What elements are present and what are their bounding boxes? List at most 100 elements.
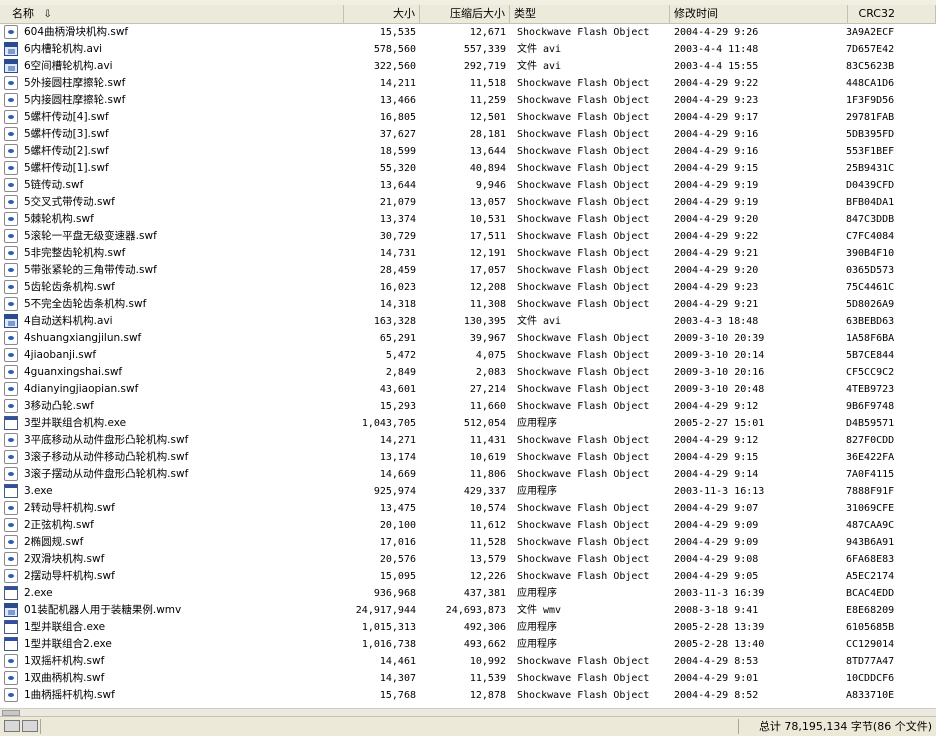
file-name: 2.exe	[24, 587, 53, 599]
file-crc: 943B6A91	[846, 537, 895, 548]
file-name: 3滚子移动从动件移动凸轮机构.swf	[24, 451, 189, 463]
file-name: 2椭圆规.swf	[24, 536, 84, 548]
file-row[interactable]: 5非完整齿轮机构.swf 14,731 12,191 Shockwave Flash …	[0, 245, 936, 262]
file-compressed-size: 437,381	[463, 588, 506, 599]
file-row[interactable]: 3.exe 925,974 429,337 应用程序 2003-11-3 16:13 78…	[0, 483, 936, 500]
column-header-compressed[interactable]: 压缩后大小	[420, 5, 510, 23]
file-row[interactable]: 2双滑块机构.swf 20,576 13,579 Shockwave Flash Ob…	[0, 551, 936, 568]
file-row[interactable]: 2正弦机构.swf 20,100 11,612 Shockwave Flash Obj…	[0, 517, 936, 534]
file-type: 应用程序	[517, 418, 557, 429]
file-type: Shockwave Flash Object	[517, 469, 650, 480]
file-modified: 2005-2-27 15:01	[674, 418, 765, 429]
file-row[interactable]: 2椭圆规.swf 17,016 11,528 Shockwave Flash Obje…	[0, 534, 936, 551]
file-row[interactable]: 2摆动导杆机构.swf 15,095 12,226 Shockwave Flash O…	[0, 568, 936, 585]
file-row[interactable]: 5滚轮一平盘无级变速器.swf 30,729 17,511 Shockwave Fla…	[0, 228, 936, 245]
file-crc: 63BEBD63	[846, 316, 895, 327]
file-row[interactable]: 6空间槽轮机构.avi 322,560 292,719 文件 avi 2003-4-4 …	[0, 58, 936, 75]
file-row[interactable]: 3型并联组合机构.exe 1,043,705 512,054 应用程序 2005-2-2…	[0, 415, 936, 432]
file-row[interactable]: 4自动送料机构.avi 163,328 130,395 文件 avi 2003-4-3 …	[0, 313, 936, 330]
file-size: 13,466	[379, 95, 416, 106]
file-modified: 2004-4-29 9:20	[674, 265, 759, 276]
file-row[interactable]: 5齿轮齿条机构.swf 16,023 12,208 Shockwave Flash O…	[0, 279, 936, 296]
file-crc: 1A58F6BA	[846, 333, 895, 344]
file-row[interactable]: 2转动导杆机构.swf 13,475 10,574 Shockwave Flash O…	[0, 500, 936, 517]
file-list[interactable]: 604曲柄滑块机构.swf 15,535 12,671 Shockwave Flash…	[0, 24, 936, 708]
column-header-modified[interactable]: 修改时间	[670, 5, 848, 23]
column-header-type[interactable]: 类型	[510, 5, 670, 23]
file-row[interactable]: 4dianyingjiaopian.swf 43,601 27,214 Shockwa…	[0, 381, 936, 398]
file-type: Shockwave Flash Object	[517, 163, 650, 174]
file-compressed-size: 492,306	[463, 622, 506, 633]
file-modified: 2003-11-3 16:39	[674, 588, 765, 599]
file-row[interactable]: 5不完全齿轮齿条机构.swf 14,318 11,308 Shockwave Flas…	[0, 296, 936, 313]
file-row[interactable]: 2.exe 936,968 437,381 应用程序 2003-11-3 16:39 BC…	[0, 585, 936, 602]
file-modified: 2004-4-29 9:26	[674, 27, 759, 38]
status-bar: 总计 78,195,134 字节(86 个文件)	[0, 716, 936, 736]
file-size: 13,174	[379, 452, 416, 463]
file-name: 4自动送料机构.avi	[24, 315, 113, 327]
file-row[interactable]: 5带张紧轮的三角带传动.swf 28,459 17,057 Shockwave Fla…	[0, 262, 936, 279]
file-row[interactable]: 5螺杆传动[3].swf 37,627 28,181 Shockwave Flash …	[0, 126, 936, 143]
file-row[interactable]: 1双摇杆机构.swf 14,461 10,992 Shockwave Flash Ob…	[0, 653, 936, 670]
file-row[interactable]: 1双曲柄机构.swf 14,307 11,539 Shockwave Flash Ob…	[0, 670, 936, 687]
file-row[interactable]: 5交叉式带传动.swf 21,079 13,057 Shockwave Flash O…	[0, 194, 936, 211]
file-modified: 2004-4-29 9:09	[674, 537, 759, 548]
file-row[interactable]: 3移动凸轮.swf 15,293 11,660 Shockwave Flash Obj…	[0, 398, 936, 415]
file-name: 4jiaobanji.swf	[24, 349, 97, 361]
file-row[interactable]: 5链传动.swf 13,644 9,946 Shockwave Flash Objec…	[0, 177, 936, 194]
file-row[interactable]: 4jiaobanji.swf 5,472 4,075 Shockwave Flash …	[0, 347, 936, 364]
column-header-crc[interactable]: CRC32	[848, 5, 936, 23]
file-crc: 9B6F9748	[846, 401, 895, 412]
file-size: 20,576	[379, 554, 416, 565]
file-compressed-size: 493,662	[463, 639, 506, 650]
file-row[interactable]: 5外接圆柱摩擦轮.swf 14,211 11,518 Shockwave Flash …	[0, 75, 936, 92]
file-row[interactable]: 3平底移动从动件盘形凸轮机构.swf 14,271 11,431 Shockwave …	[0, 432, 936, 449]
file-modified: 2004-4-29 9:01	[674, 673, 759, 684]
file-row[interactable]: 4shuangxiangjilun.swf 65,291 39,967 Shockwa…	[0, 330, 936, 347]
file-compressed-size: 12,208	[469, 282, 506, 293]
file-row[interactable]: 01装配机器人用于装糖果例.wmv 24,917,944 24,693,873 文件 …	[0, 602, 936, 619]
file-size: 1,043,705	[361, 418, 416, 429]
file-compressed-size: 512,054	[463, 418, 506, 429]
file-size: 17,016	[379, 537, 416, 548]
file-size: 20,100	[379, 520, 416, 531]
file-name: 5带张紧轮的三角带传动.swf	[24, 264, 157, 276]
file-row[interactable]: 5棘轮机构.swf 13,374 10,531 Shockwave Flash Obj…	[0, 211, 936, 228]
file-size: 16,805	[379, 112, 416, 123]
file-compressed-size: 11,528	[469, 537, 506, 548]
file-size: 5,472	[385, 350, 416, 361]
file-row[interactable]: 3滚子摆动从动件盘形凸轮机构.swf 14,669 11,806 Shockwave …	[0, 466, 936, 483]
file-modified: 2003-4-4 11:48	[674, 44, 759, 55]
file-row[interactable]: 3滚子移动从动件移动凸轮机构.swf 13,174 10,619 Shockwave …	[0, 449, 936, 466]
file-type: Shockwave Flash Object	[517, 435, 650, 446]
file-compressed-size: 11,539	[469, 673, 506, 684]
file-modified: 2004-4-29 9:12	[674, 435, 759, 446]
file-type: Shockwave Flash Object	[517, 673, 650, 684]
file-compressed-size: 27,214	[469, 384, 506, 395]
file-row[interactable]: 1型并联组合.exe 1,015,313 492,306 应用程序 2005-2-28 …	[0, 619, 936, 636]
column-header-size[interactable]: 大小	[344, 5, 420, 23]
file-row[interactable]: 5内接圆柱摩擦轮.swf 13,466 11,259 Shockwave Flash …	[0, 92, 936, 109]
file-type: Shockwave Flash Object	[517, 27, 650, 38]
file-name: 5不完全齿轮齿条机构.swf	[24, 298, 147, 310]
file-type: Shockwave Flash Object	[517, 537, 650, 548]
file-row[interactable]: 5螺杆传动[2].swf 18,599 13,644 Shockwave Flash …	[0, 143, 936, 160]
file-size: 28,459	[379, 265, 416, 276]
column-compressed-label: 压缩后大小	[450, 7, 505, 20]
file-row[interactable]: 6内槽轮机构.avi 578,560 557,339 文件 avi 2003-4-4 1…	[0, 41, 936, 58]
file-row[interactable]: 4guanxingshai.swf 2,849 2,083 Shockwave Fla…	[0, 364, 936, 381]
column-header-name[interactable]: 名称 ⇩	[0, 5, 344, 23]
file-compressed-size: 13,579	[469, 554, 506, 565]
file-size: 1,015,313	[361, 622, 416, 633]
file-compressed-size: 12,226	[469, 571, 506, 582]
file-row[interactable]: 1型并联组合2.exe 1,016,738 493,662 应用程序 2005-2-28…	[0, 636, 936, 653]
file-row[interactable]: 5螺杆传动[1].swf 55,320 40,894 Shockwave Flash …	[0, 160, 936, 177]
file-row[interactable]: 604曲柄滑块机构.swf 15,535 12,671 Shockwave Flash…	[0, 24, 936, 41]
file-name: 1型并联组合2.exe	[24, 638, 112, 650]
file-size: 14,669	[379, 469, 416, 480]
file-row[interactable]: 1曲柄摇杆机构.swf 15,768 12,878 Shockwave Flash O…	[0, 687, 936, 704]
column-name-label: 名称	[12, 7, 34, 20]
file-modified: 2004-4-29 9:09	[674, 520, 759, 531]
file-type: Shockwave Flash Object	[517, 248, 650, 259]
file-row[interactable]: 5螺杆传动[4].swf 16,805 12,501 Shockwave Flash …	[0, 109, 936, 126]
